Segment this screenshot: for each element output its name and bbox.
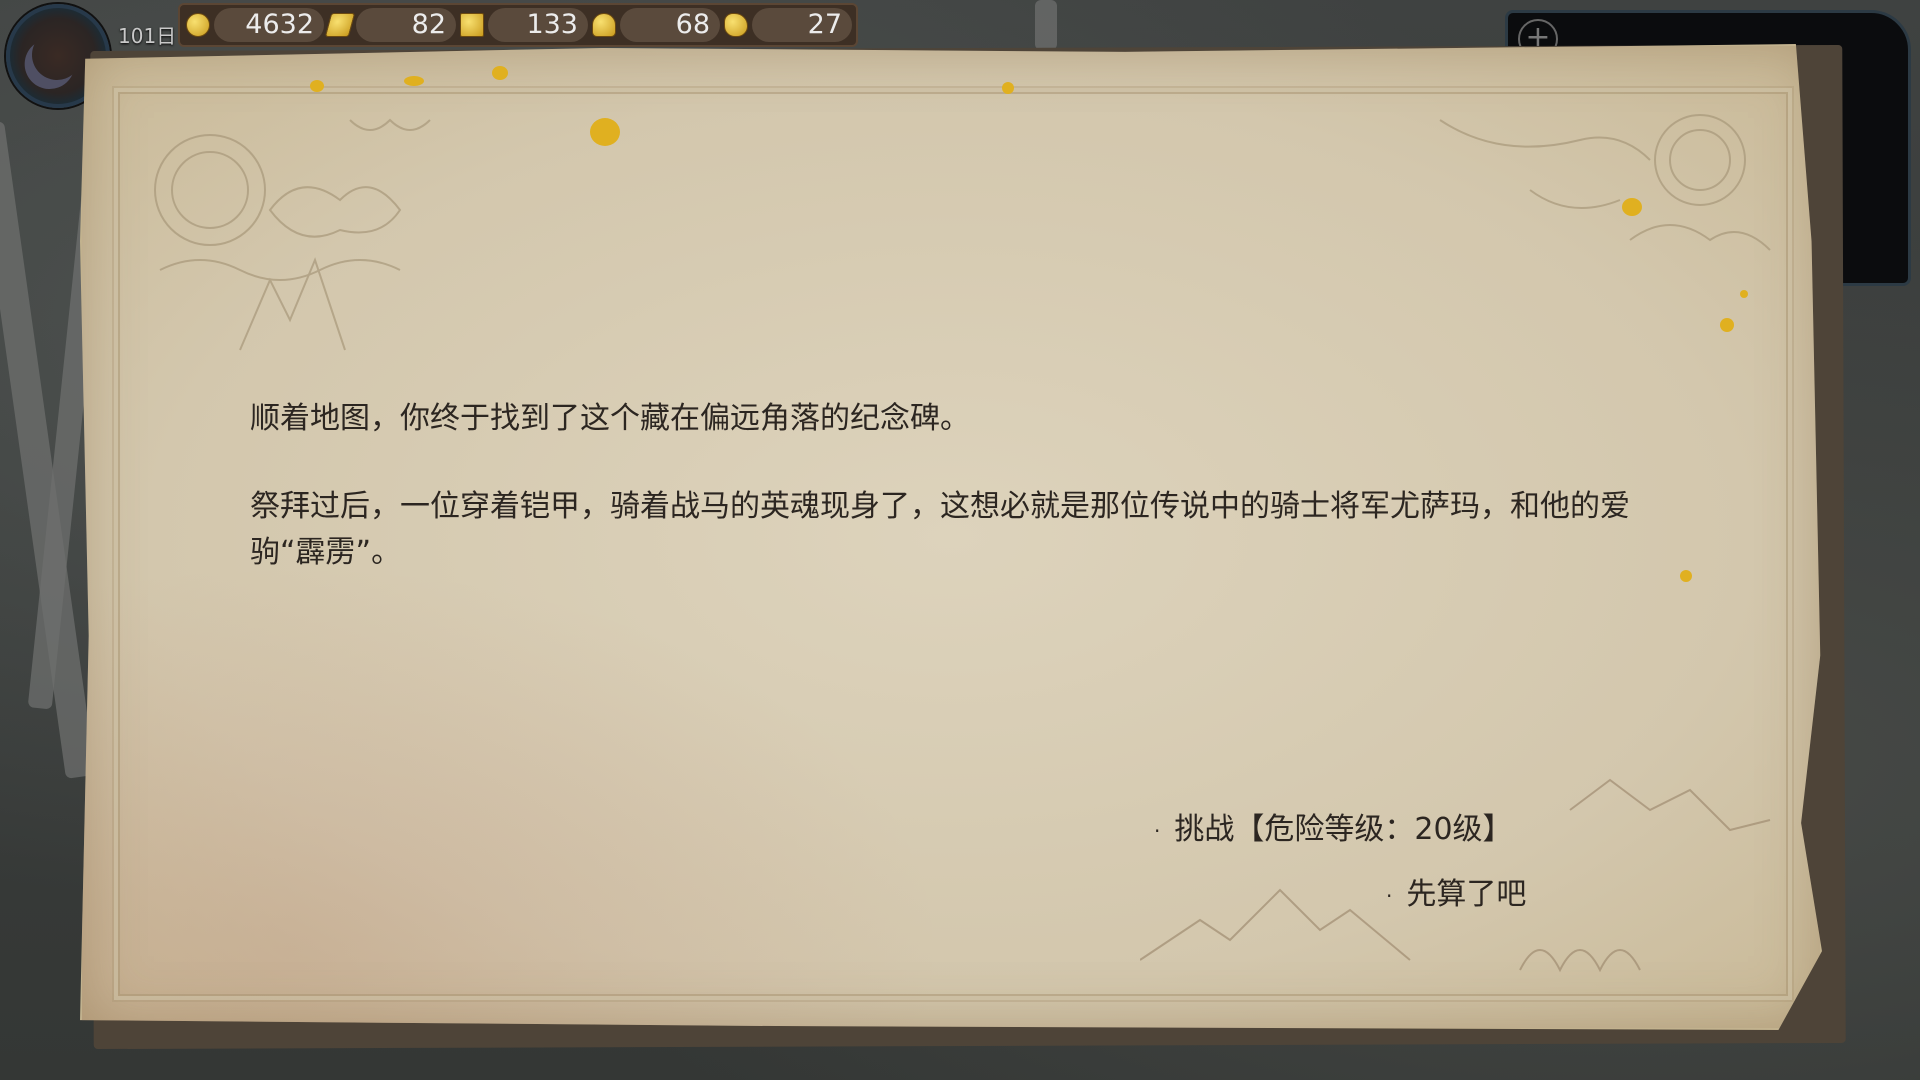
gold-fleck [1680, 570, 1692, 582]
choice-label: 挑战【危险等级：20级】 [1174, 812, 1513, 847]
resource-value: 68 [620, 8, 720, 42]
choice-bullet: · [1386, 883, 1393, 908]
gold-fleck [310, 80, 324, 92]
gold-coin-icon [186, 13, 210, 37]
day-counter: 101日 [118, 24, 177, 48]
resource-bells: 68 [592, 8, 720, 42]
resource-bar: 4632 82 133 68 27 [178, 3, 858, 47]
gold-fleck [492, 66, 508, 80]
gold-fleck [1740, 290, 1748, 298]
event-paragraph: 顺着地图，你终于找到了这个藏在偏远角落的纪念碑。 [250, 401, 970, 436]
gold-fleck [404, 76, 424, 86]
moon-icon [25, 23, 89, 87]
choice-challenge[interactable]: · 挑战【危险等级：20级】 [1154, 804, 1513, 848]
choice-decline[interactable]: · 先算了吧 [1386, 869, 1526, 913]
horn-icon [724, 13, 748, 37]
resource-horns: 27 [724, 8, 852, 42]
gold-fleck [1720, 318, 1734, 332]
ingot-stack-icon [460, 13, 484, 37]
resource-value: 82 [356, 8, 456, 42]
resource-bars: 82 [324, 8, 456, 42]
gold-fleck [590, 118, 620, 146]
resource-gold: 4632 [186, 8, 324, 42]
choice-label: 先算了吧 [1406, 877, 1527, 912]
resource-ingots: 133 [460, 8, 588, 42]
bell-icon [592, 13, 616, 37]
resource-value: 4632 [214, 8, 324, 42]
event-description: 顺着地图，你终于找到了这个藏在偏远角落的纪念碑。 祭拜过后，一位穿着铠甲，骑着战… [250, 396, 1640, 618]
gold-fleck [1002, 82, 1014, 94]
sun-sketch [1439, 114, 1771, 251]
choice-bullet: · [1154, 818, 1161, 843]
resource-value: 27 [752, 8, 852, 42]
event-paragraph: 祭拜过后，一位穿着铠甲，骑着战马的英魂现身了，这想必就是那位传说中的骑士将军尤萨… [250, 489, 1630, 570]
resource-value: 133 [488, 8, 588, 42]
gold-bars-icon [324, 13, 356, 37]
gold-fleck [1622, 198, 1642, 216]
moon-cloud-sketch [154, 118, 431, 351]
background-tree [1035, 0, 1057, 50]
